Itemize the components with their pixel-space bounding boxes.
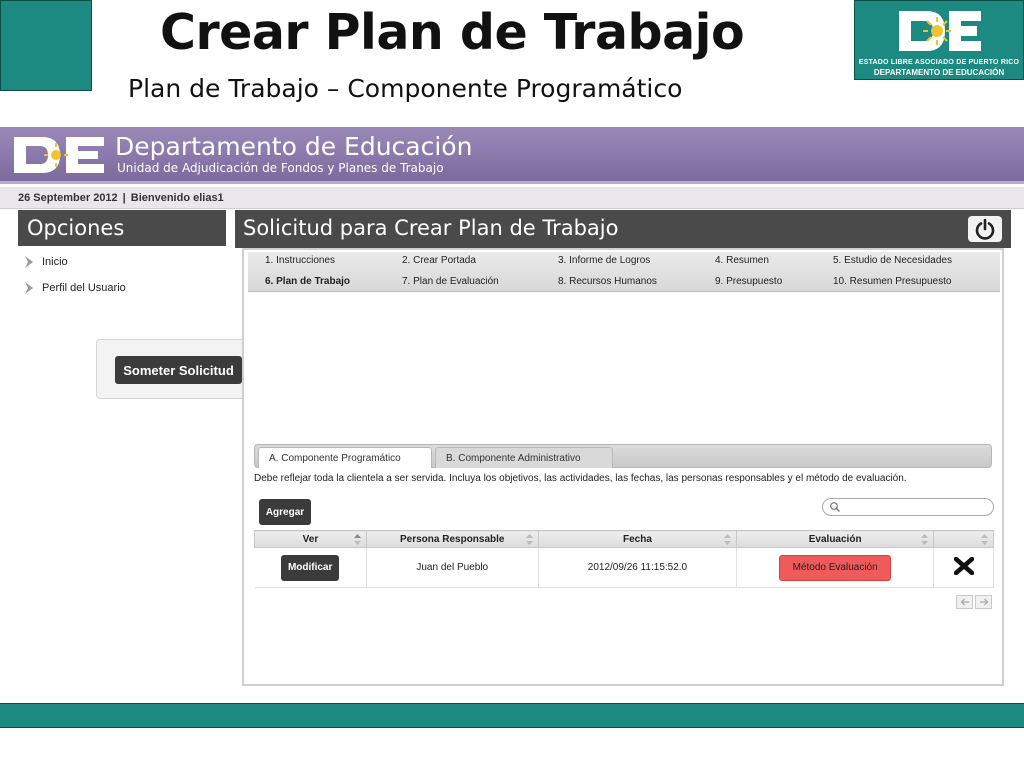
column-header-label: Fecha <box>623 533 652 545</box>
modify-button[interactable]: Modificar <box>281 554 340 581</box>
step-resumen[interactable]: 4. Resumen <box>715 255 769 266</box>
slide-footer-bar <box>0 703 1024 728</box>
chevron-right-icon <box>25 256 33 268</box>
welcome-text: Bienvenido elias1 <box>130 192 224 204</box>
main-content-frame: 1. Instrucciones 2. Crear Portada 3. Inf… <box>242 248 1004 686</box>
decorative-square <box>0 0 92 91</box>
logo-text-line1: ESTADO LIBRE ASOCIADO DE PUERTO RICO <box>858 59 1020 66</box>
app-title: Departamento de Educación <box>115 132 473 161</box>
tab-componente-administrativo[interactable]: B. Componente Administrativo <box>435 447 613 468</box>
delete-x-icon[interactable] <box>953 557 974 575</box>
app-screenshot: Departamento de Educación Unidad de Adju… <box>0 127 1024 702</box>
step-recursos-humanos[interactable]: 8. Recursos Humanos <box>558 276 657 287</box>
de-logo-icon <box>899 11 981 51</box>
sidebar-item-inicio[interactable]: Inicio <box>22 252 222 272</box>
previous-page-button[interactable] <box>956 595 973 609</box>
table-pager <box>956 595 994 609</box>
component-tabs: A. Componente Programático B. Componente… <box>254 444 992 468</box>
instructions-text: Debe reflejar toda la clientela a ser se… <box>254 473 907 484</box>
logout-button[interactable] <box>968 216 1002 242</box>
arrow-left-icon <box>960 598 969 606</box>
department-logo: ESTADO LIBRE ASOCIADO DE PUERTO RICO DEP… <box>854 0 1024 80</box>
search-field[interactable] <box>822 498 994 516</box>
sidebar-item-perfil[interactable]: Perfil del Usuario <box>22 278 222 298</box>
table-header-row: Ver Persona Responsable Fecha Evaluación <box>254 530 994 548</box>
cell-delete <box>933 547 994 588</box>
app-banner: Departamento de Educación Unidad de Adju… <box>0 127 1024 184</box>
column-header-actions[interactable] <box>933 530 994 548</box>
sort-icon <box>724 534 732 545</box>
column-header-fecha[interactable]: Fecha <box>537 530 738 548</box>
chevron-right-icon <box>25 282 33 294</box>
step-plan-trabajo[interactable]: 6. Plan de Trabajo <box>265 276 350 287</box>
app-subtitle: Unidad de Adjudicación de Fondos y Plane… <box>117 161 444 175</box>
step-presupuesto[interactable]: 9. Presupuesto <box>715 276 782 287</box>
column-header-label: Persona Responsable <box>400 533 505 545</box>
logo-text-line2: DEPARTAMENTO DE EDUCACIÓN <box>873 68 1005 77</box>
submit-panel: Someter Solicitud <box>96 339 246 399</box>
column-header-label: Ver <box>302 533 319 545</box>
sort-icon <box>353 534 361 545</box>
current-date: 26 September 2012 <box>18 192 118 204</box>
step-plan-evaluacion[interactable]: 7. Plan de Evaluación <box>402 276 499 287</box>
search-icon <box>830 502 840 512</box>
step-resumen-presupuesto[interactable]: 10. Resumen Presupuesto <box>833 276 951 287</box>
search-input[interactable] <box>843 500 988 514</box>
de-logo-icon <box>14 137 104 173</box>
options-header: Opciones <box>18 210 226 246</box>
column-header-persona[interactable]: Persona Responsable <box>365 530 539 548</box>
separator: | <box>122 192 126 204</box>
step-estudio-necesidades[interactable]: 5. Estudio de Necesidades <box>833 255 952 266</box>
main-panel-title: Solicitud para Crear Plan de Trabajo <box>243 216 619 240</box>
sidebar-item-label: Inicio <box>42 256 68 268</box>
cell-evaluacion: Método Evaluación <box>736 547 935 588</box>
tab-componente-programatico[interactable]: A. Componente Programático <box>258 447 432 468</box>
column-header-evaluacion[interactable]: Evaluación <box>736 530 935 548</box>
add-button[interactable]: Agregar <box>259 499 311 525</box>
arrow-right-icon <box>979 598 988 606</box>
slide-title: Crear Plan de Trabajo <box>160 4 745 61</box>
next-page-button[interactable] <box>975 595 992 609</box>
step-informe-logros[interactable]: 3. Informe de Logros <box>558 255 650 266</box>
column-header-ver[interactable]: Ver <box>254 530 367 548</box>
work-plan-table: Ver Persona Responsable Fecha Evaluación… <box>254 530 994 588</box>
cell-fecha: 2012/09/26 11:15:52.0 <box>538 547 738 588</box>
slide-subtitle: Plan de Trabajo – Componente Programátic… <box>128 74 683 103</box>
cell-ver: Modificar <box>254 547 367 588</box>
evaluation-method-button[interactable]: Método Evaluación <box>779 554 892 581</box>
cell-persona: Juan del Pueblo <box>366 547 539 588</box>
submit-request-button[interactable]: Someter Solicitud <box>115 356 242 384</box>
main-panel-header: Solicitud para Crear Plan de Trabajo <box>235 210 1011 248</box>
sort-icon <box>981 534 988 545</box>
sort-icon <box>525 534 533 545</box>
column-header-label: Evaluación <box>808 533 862 545</box>
step-instrucciones[interactable]: 1. Instrucciones <box>265 255 335 266</box>
table-row: Modificar Juan del Pueblo 2012/09/26 11:… <box>254 547 994 588</box>
status-bar: 26 September 2012 | Bienvenido elias1 <box>0 187 1024 209</box>
power-icon <box>975 218 995 240</box>
sidebar-item-label: Perfil del Usuario <box>42 282 126 294</box>
step-crear-portada[interactable]: 2. Crear Portada <box>402 255 476 266</box>
sort-icon <box>921 534 929 545</box>
steps-nav: 1. Instrucciones 2. Crear Portada 3. Inf… <box>248 252 1000 292</box>
